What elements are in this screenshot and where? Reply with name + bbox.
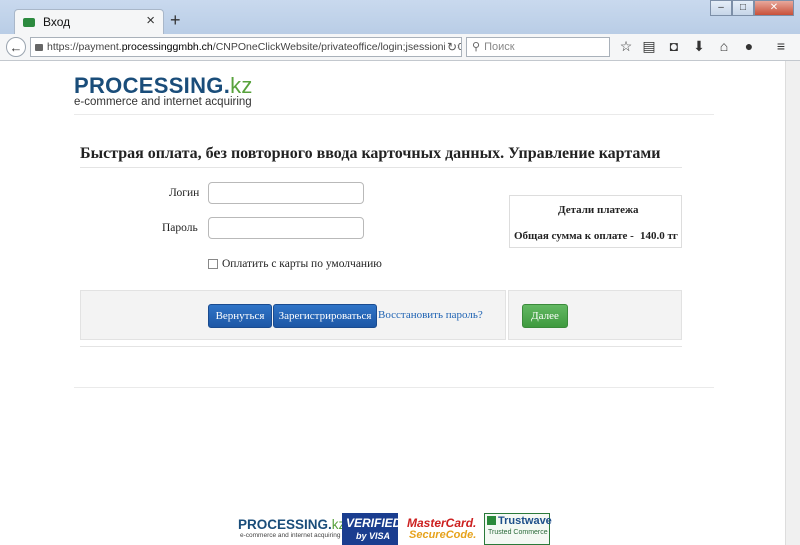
menu-icon[interactable]: ≡	[772, 38, 790, 54]
maximize-icon[interactable]: □	[732, 0, 754, 16]
logo-brand: PROCESSING.	[74, 73, 231, 98]
footer-brand: PROCESSING.	[238, 517, 332, 532]
bookmark-star-icon[interactable]: ☆	[617, 38, 635, 55]
url-path: /CNPOneClickWebsite/privateoffice/login;…	[212, 41, 461, 53]
window-close-icon[interactable]: ✕	[754, 0, 794, 16]
next-button[interactable]: Далее	[522, 304, 568, 328]
footer-processing-logo: PROCESSING.kz e-commerce and internet ac…	[238, 517, 345, 541]
divider	[74, 114, 714, 115]
divider	[80, 346, 682, 347]
total-amount-value: 140.0 тг	[640, 230, 678, 242]
back-button[interactable]: Вернуться	[208, 304, 272, 328]
url-domain: processinggmbh.ch	[121, 41, 213, 53]
visa-line1: VERIFIED	[346, 516, 402, 530]
divider	[80, 167, 682, 168]
new-tab-button[interactable]: +	[170, 10, 181, 31]
favicon-icon	[23, 18, 35, 27]
logo-suffix: kz	[230, 73, 253, 98]
url-bar[interactable]: https://payment.processinggmbh.ch/CNPOne…	[30, 37, 462, 57]
window-controls: – □ ✕	[710, 0, 794, 16]
url-prefix: https://payment.	[47, 41, 122, 53]
home-icon[interactable]: ⌂	[715, 38, 733, 54]
browser-tab[interactable]: Вход ×	[14, 9, 164, 35]
trustwave-line1: Trustwave	[498, 515, 552, 527]
default-card-label: Оплатить с карты по умолчанию	[222, 258, 382, 270]
mastercard-line1: MasterCard.	[407, 516, 477, 530]
mastercard-line2: SecureCode.	[409, 529, 477, 541]
login-input[interactable]	[208, 182, 364, 204]
logo-tagline: e-commerce and internet acquiring	[74, 96, 252, 108]
reading-list-icon[interactable]: ▤	[640, 38, 658, 55]
password-label: Пароль	[162, 222, 198, 234]
page-title: Быстрая оплата, без повторного ввода кар…	[80, 145, 661, 162]
visa-line2: by VISA	[356, 531, 391, 541]
reload-icon[interactable]: ↻	[444, 38, 457, 56]
tab-close-icon[interactable]: ×	[146, 12, 155, 29]
download-icon[interactable]: ⬇	[690, 38, 708, 55]
trustwave-logo: Trustwave Trusted Commerce	[484, 513, 552, 545]
password-input[interactable]	[208, 217, 364, 239]
mastercard-securecode-logo: MasterCard. SecureCode.	[405, 515, 477, 545]
restore-password-link[interactable]: Восстановить пароль?	[378, 309, 483, 321]
default-card-checkbox[interactable]	[208, 259, 218, 269]
search-placeholder: Поиск	[484, 41, 515, 53]
trustwave-check-icon	[487, 516, 496, 525]
back-arrow-icon[interactable]: ←	[6, 37, 26, 57]
search-icon: ⚲	[472, 41, 481, 53]
tab-title: Вход	[43, 15, 71, 29]
minimize-icon[interactable]: –	[710, 0, 732, 16]
register-button[interactable]: Зарегистрироваться	[273, 304, 377, 328]
search-box[interactable]: ⚲ Поиск	[466, 37, 610, 57]
divider	[74, 387, 714, 388]
pocket-icon[interactable]: ◘	[665, 38, 683, 54]
login-label: Логин	[169, 187, 200, 199]
total-amount-label: Общая сумма к оплате -	[514, 230, 634, 242]
verified-by-visa-logo: VERIFIED by VISA	[342, 513, 402, 545]
chat-icon[interactable]: ●	[740, 38, 758, 54]
footer-tagline: e-commerce and internet acquiring	[240, 532, 341, 539]
lock-icon	[35, 43, 43, 51]
payment-details-title: Детали платежа	[558, 204, 639, 216]
trustwave-line2: Trusted Commerce	[488, 529, 548, 536]
page-scrollbar[interactable]	[785, 61, 800, 545]
